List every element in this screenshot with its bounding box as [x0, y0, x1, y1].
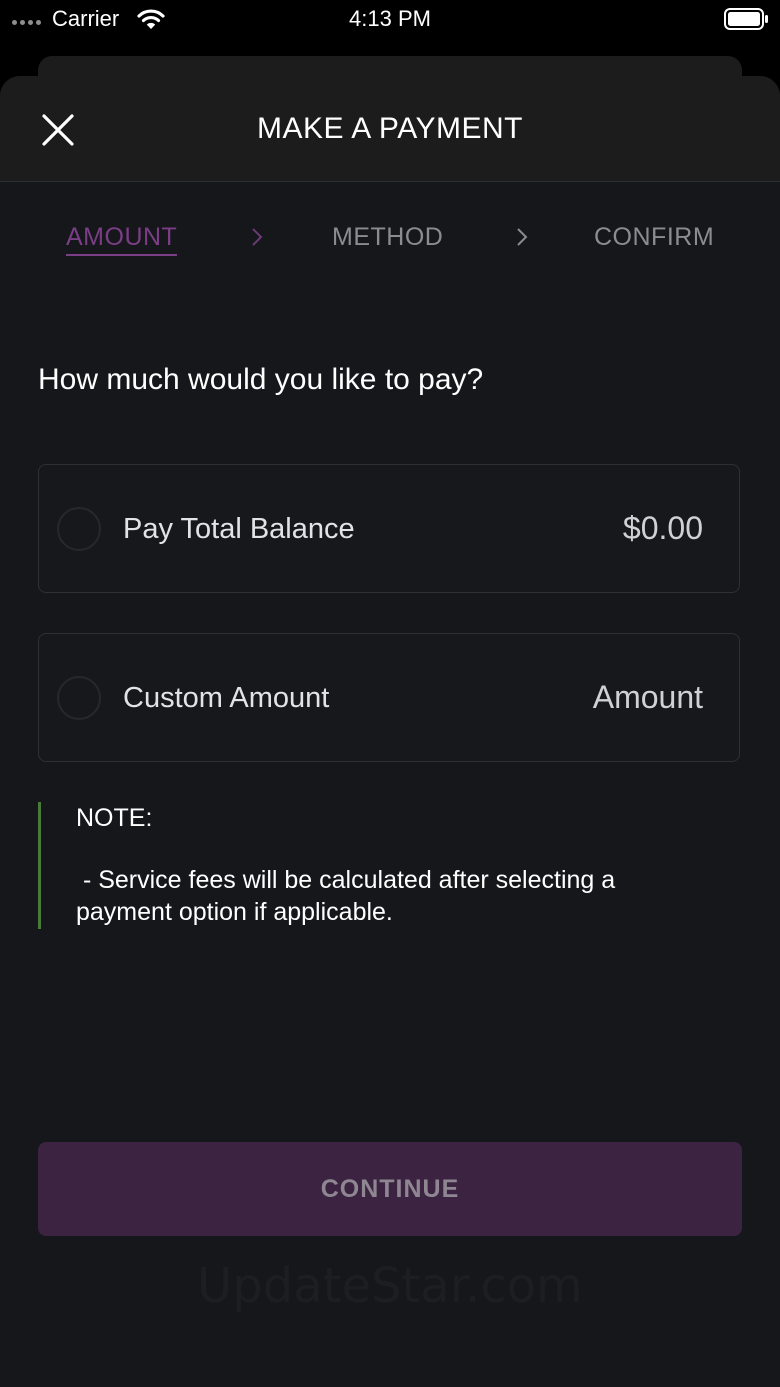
pay-total-balance-option[interactable]: Pay Total Balance $0.00 [38, 464, 740, 593]
fee-note: NOTE: - Service fees will be calculated … [38, 802, 743, 929]
sheet-header: MAKE A PAYMENT [0, 76, 780, 182]
watermark: UpdateStar.com [197, 1258, 583, 1314]
status-time: 4:13 PM [349, 6, 431, 31]
step-confirm[interactable]: CONFIRM [594, 220, 714, 254]
status-bar: Carrier 4:13 PM [0, 0, 780, 56]
radio-button[interactable] [57, 507, 101, 551]
page-title: MAKE A PAYMENT [257, 112, 523, 145]
custom-amount-option[interactable]: Custom Amount Amount [38, 633, 740, 762]
step-amount[interactable]: AMOUNT [66, 220, 178, 256]
chevron-right-icon [517, 228, 528, 246]
payment-sheet: MAKE A PAYMENT AMOUNT METHOD CONFIRM How… [0, 76, 780, 1387]
amount-question: How much would you like to pay? [38, 363, 484, 396]
step-method[interactable]: METHOD [332, 220, 443, 254]
total-balance-value: $0.00 [622, 510, 703, 546]
chevron-right-icon [252, 228, 263, 246]
continue-button[interactable]: CONTINUE [38, 1142, 742, 1236]
note-title: NOTE: [76, 804, 153, 832]
option-label: Custom Amount [123, 682, 330, 714]
radio-button[interactable] [57, 676, 101, 720]
battery-icon [724, 8, 768, 30]
progress-steps: AMOUNT METHOD CONFIRM [0, 216, 780, 266]
custom-amount-input[interactable]: Amount [593, 678, 703, 716]
note-text: - Service fees will be calculated after … [76, 866, 623, 926]
option-label: Pay Total Balance [123, 513, 355, 545]
